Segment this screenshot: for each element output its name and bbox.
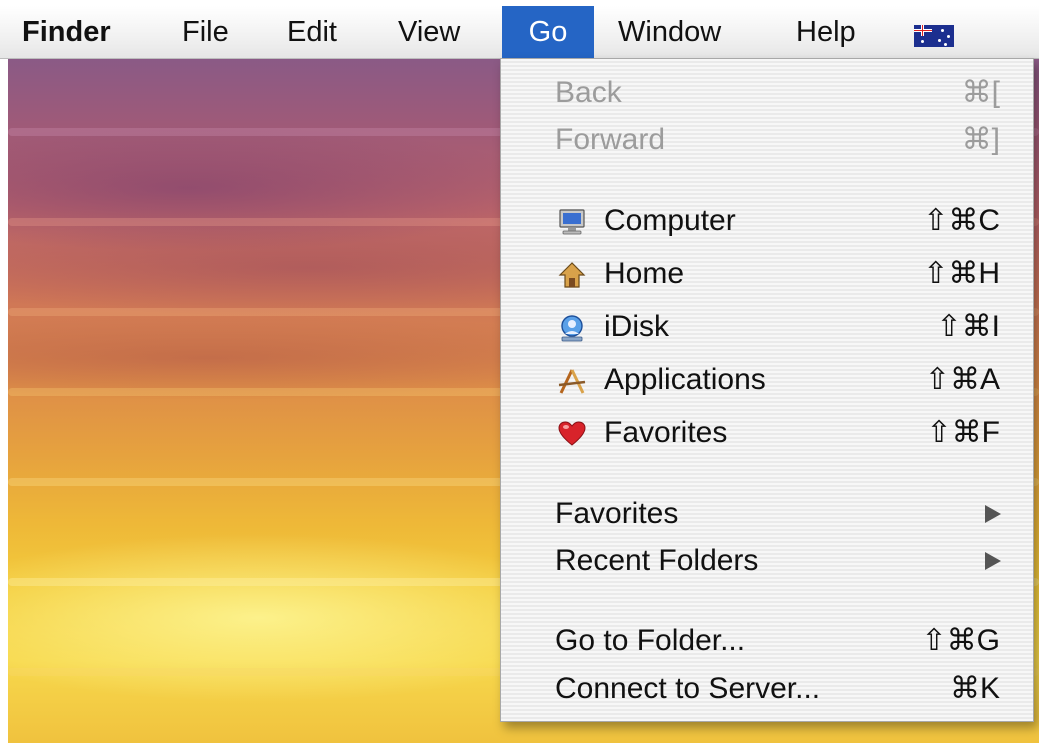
menu-item-favorites-submenu[interactable]: Favorites bbox=[501, 490, 1033, 538]
submenu-arrow-icon bbox=[985, 552, 1001, 570]
menu-item-label: Back bbox=[555, 76, 622, 109]
menu-item-shortcut: ⇧⌘F bbox=[926, 416, 1000, 449]
heart-icon bbox=[558, 421, 586, 446]
flag-cross-red bbox=[922, 25, 923, 36]
australia-flag-icon[interactable] bbox=[914, 25, 954, 47]
home-icon bbox=[558, 262, 586, 288]
menu-item-go-to-folder[interactable]: Go to Folder... ⇧⌘G bbox=[501, 617, 1033, 665]
flag-star bbox=[947, 35, 950, 38]
menu-item-label: Recent Folders bbox=[555, 544, 759, 577]
menu-item-shortcut: ⌘] bbox=[961, 123, 1000, 156]
menu-item-shortcut: ⇧⌘G bbox=[921, 624, 1000, 657]
menu-item-back[interactable]: Back ⌘[ bbox=[501, 69, 1033, 117]
flag-star bbox=[944, 43, 947, 46]
menu-item-label: Go to Folder... bbox=[555, 624, 746, 657]
menu-item-shortcut: ⇧⌘I bbox=[936, 310, 1000, 343]
menu-item-forward[interactable]: Forward ⌘] bbox=[501, 116, 1033, 164]
menu-view[interactable]: View bbox=[384, 6, 474, 58]
menu-item-label: Favorites bbox=[604, 416, 728, 449]
submenu-arrow-icon bbox=[985, 505, 1001, 523]
computer-icon bbox=[559, 209, 585, 235]
menu-go[interactable]: Go bbox=[502, 6, 594, 58]
menu-item-shortcut: ⌘K bbox=[949, 672, 1000, 705]
menu-item-label: Computer bbox=[604, 204, 736, 237]
menu-item-label: Favorites bbox=[555, 497, 679, 530]
flag-star bbox=[941, 29, 944, 32]
menu-item-shortcut: ⇧⌘C bbox=[923, 204, 1000, 237]
menu-item-shortcut: ⇧⌘A bbox=[924, 363, 1000, 396]
screen: Finder File Edit View Go Window Help Bac… bbox=[0, 0, 1039, 743]
menu-finder[interactable]: Finder bbox=[8, 6, 125, 58]
menu-item-shortcut: ⇧⌘H bbox=[923, 257, 1000, 290]
applications-icon bbox=[558, 369, 586, 394]
menu-item-label: iDisk bbox=[604, 310, 669, 343]
menu-item-favorites[interactable]: Favorites ⇧⌘F bbox=[501, 409, 1033, 457]
menu-item-recent-folders[interactable]: Recent Folders bbox=[501, 537, 1033, 585]
menu-item-shortcut: ⌘[ bbox=[961, 76, 1000, 109]
menu-item-label: Applications bbox=[604, 363, 766, 396]
menu-item-label: Home bbox=[604, 257, 685, 290]
menu-item-home[interactable]: Home ⇧⌘H bbox=[501, 250, 1033, 298]
flag-star bbox=[921, 40, 924, 43]
menu-item-label: Forward bbox=[555, 123, 666, 156]
menu-item-applications[interactable]: Applications ⇧⌘A bbox=[501, 356, 1033, 404]
menu-item-label: Connect to Server... bbox=[555, 672, 821, 705]
menu-edit[interactable]: Edit bbox=[273, 6, 351, 58]
flag-star bbox=[938, 39, 941, 42]
menu-bar: Finder File Edit View Go Window Help bbox=[0, 6, 1039, 59]
menu-item-connect-to-server[interactable]: Connect to Server... ⌘K bbox=[501, 665, 1033, 713]
menu-item-computer[interactable]: Computer ⇧⌘C bbox=[501, 197, 1033, 245]
menu-help[interactable]: Help bbox=[782, 6, 870, 58]
menu-file[interactable]: File bbox=[168, 6, 243, 58]
idisk-icon bbox=[561, 315, 583, 342]
flag-cross-red bbox=[914, 30, 932, 31]
menu-window[interactable]: Window bbox=[604, 6, 735, 58]
menu-item-idisk[interactable]: iDisk ⇧⌘I bbox=[501, 303, 1033, 351]
go-menu-dropdown: Back ⌘[ Forward ⌘] Computer ⇧⌘C Home ⇧⌘H bbox=[500, 58, 1034, 722]
